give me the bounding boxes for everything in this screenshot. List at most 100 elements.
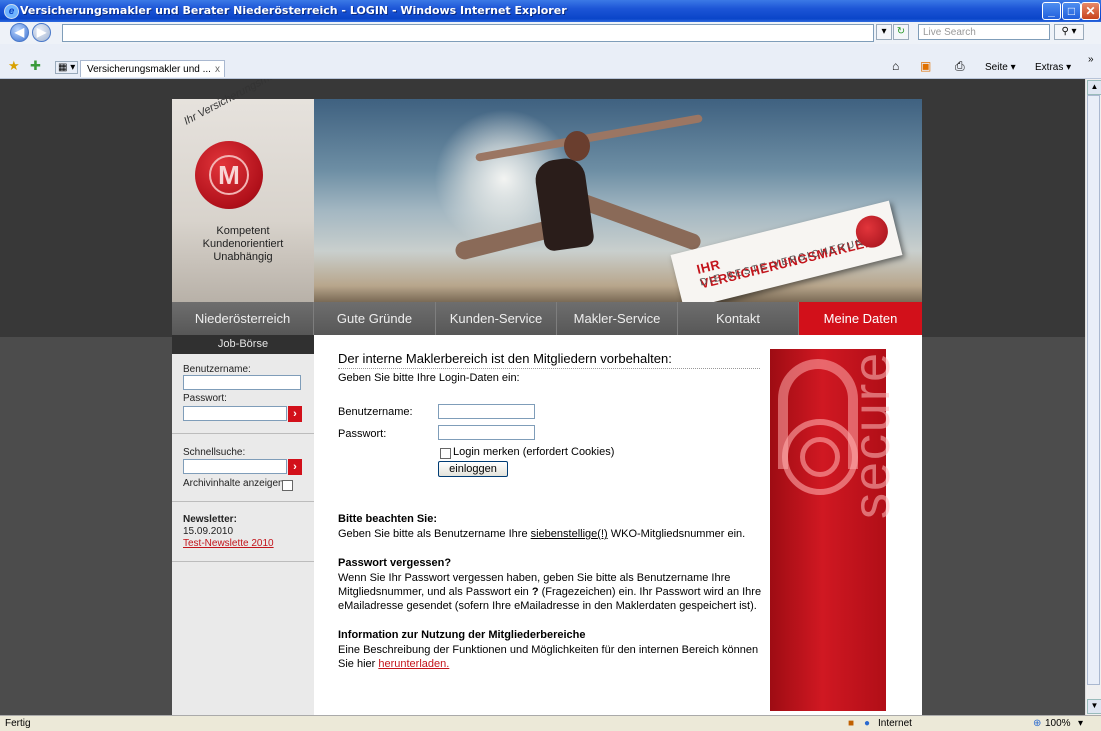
quicksearch-arrow-button[interactable]: › — [288, 459, 302, 475]
close-window-button[interactable]: ✕ — [1081, 2, 1100, 20]
login-intro: Geben Sie bitte Ihre Login-Daten ein: — [338, 372, 520, 384]
secure-text: secure — [843, 350, 901, 519]
nav-kontakt[interactable]: Kontakt — [678, 302, 799, 335]
page-viewport: Ihr Versicherungsmakler M Kompetent Kund… — [0, 79, 1085, 715]
quicksearch-input[interactable] — [183, 459, 287, 474]
password-input[interactable] — [438, 425, 535, 440]
address-dropdown-icon[interactable]: ▾ — [876, 24, 892, 40]
status-text: Fertig — [5, 718, 31, 729]
sidebar-divider — [172, 433, 314, 434]
sidebar-divider — [172, 561, 314, 562]
nav-gute-gruende[interactable]: Gute Gründe — [314, 302, 436, 335]
home-icon[interactable]: ⌂ — [892, 59, 899, 73]
quicksearch-label: Schnellsuche: — [183, 447, 246, 458]
tagline-2: Kundenorientiert — [202, 238, 284, 250]
dancer-head — [564, 131, 590, 161]
nav-makler-service[interactable]: Makler-Service — [557, 302, 678, 335]
wax-seal-logo: M — [195, 141, 263, 209]
sidebar-username-input[interactable] — [183, 375, 301, 390]
maximize-button[interactable]: □ — [1062, 2, 1081, 20]
archive-label: Archivinhalte anzeigen — [183, 478, 284, 489]
sidebar-login-arrow-button[interactable]: › — [288, 406, 302, 422]
print-icon[interactable]: ⎙ — [955, 59, 965, 74]
security-zone: Internet — [878, 718, 912, 729]
zoom-dropdown-icon[interactable]: ▾ — [1078, 716, 1083, 731]
address-toolbar: ◀ ▶ ▾ ↻ Live Search ⚲ ▾ — [0, 22, 1101, 45]
site-container: Ihr Versicherungsmakler M Kompetent Kund… — [172, 79, 922, 715]
username-label: Benutzername: — [338, 406, 413, 418]
back-button[interactable]: ◀ — [10, 23, 29, 42]
remember-login-label: Login merken (erfordert Cookies) — [453, 446, 615, 458]
nav-kunden-service[interactable]: Kunden-Service — [436, 302, 557, 335]
login-content: Der interne Maklerbereich ist den Mitgli… — [338, 335, 768, 715]
tab-toolbar: ★ ✚ ▦ ▾ Versicherungsmakler und ... x ⌂ … — [0, 44, 1101, 79]
protected-mode-icon: ■ — [848, 718, 855, 729]
add-favorites-icon[interactable]: ✚ — [30, 58, 41, 74]
tagline-3: Unabhängig — [213, 251, 273, 263]
forgot-question-mark: ? — [531, 586, 539, 598]
job-boerse-link[interactable]: Job-Börse — [172, 335, 314, 354]
padlock-dial-inner-icon — [800, 437, 840, 477]
status-bar: Fertig ■ ● Internet ⊕ 100% ▾ — [0, 715, 1101, 731]
ie-logo-icon: e — [4, 4, 19, 19]
tagline-1: Kompetent — [216, 225, 270, 237]
seal-text: Ihr Versicherungsmakler — [182, 79, 293, 128]
address-bar-input[interactable] — [62, 24, 874, 42]
note-text-start: Geben Sie bitte als Benutzername Ihre — [338, 528, 531, 540]
archive-checkbox[interactable] — [282, 480, 293, 491]
nav-niederoesterreich[interactable]: Niederösterreich — [172, 302, 314, 335]
newsletter-date: 15.09.2010 — [183, 526, 234, 537]
hero-image: IHR VERSICHERUNGSMAKLER DIE BESTE VERSIC… — [314, 99, 922, 302]
refresh-icon[interactable]: ↻ — [893, 24, 909, 40]
note-text: Geben Sie bitte als Benutzername Ihre si… — [338, 527, 768, 541]
slogan-banner: IHR VERSICHERUNGSMAKLER DIE BESTE VERSIC… — [670, 200, 903, 302]
password-label: Passwort: — [338, 428, 387, 440]
dancer-leg — [575, 192, 703, 252]
sidebar: Job-Börse Benutzername: Passwort: › Schn… — [172, 335, 314, 715]
newsletter-link[interactable]: Test-Newslette 2010 — [183, 538, 274, 549]
more-chevron-icon[interactable]: » — [1088, 54, 1094, 65]
tab-title: Versicherungsmakler und ... — [87, 64, 211, 75]
tab-close-icon[interactable]: x — [215, 61, 220, 78]
scroll-down-arrow-icon[interactable]: ▼ — [1087, 699, 1101, 714]
download-link[interactable]: herunterladen. — [378, 658, 449, 670]
favorites-star-icon[interactable]: ★ — [8, 58, 20, 74]
newsletter-label: Newsletter: — [183, 514, 237, 525]
page-menu[interactable]: Seite ▾ — [985, 62, 1016, 73]
feeds-icon[interactable]: ▣ — [920, 59, 931, 73]
page-heading: Der interne Maklerbereich ist den Mitgli… — [338, 351, 760, 369]
minimize-button[interactable]: _ — [1042, 2, 1061, 20]
live-search-input[interactable]: Live Search — [918, 24, 1050, 40]
sidebar-username-label: Benutzername: — [183, 364, 251, 375]
zoom-icon[interactable]: ⊕ — [1033, 716, 1041, 731]
tab-versicherungsmakler[interactable]: Versicherungsmakler und ... x — [80, 60, 225, 77]
login-button[interactable]: einloggen — [438, 461, 508, 477]
zoom-level[interactable]: 100% — [1045, 716, 1071, 731]
seal-letter: M — [209, 155, 249, 195]
note-heading: Bitte beachten Sie: — [338, 513, 438, 525]
main-navigation: Niederösterreich Gute Gründe Kunden-Serv… — [172, 302, 922, 335]
nav-meine-daten[interactable]: Meine Daten — [799, 302, 922, 335]
sidebar-password-label: Passwort: — [183, 393, 227, 404]
quick-tabs-icon[interactable]: ▦ ▾ — [55, 61, 79, 74]
search-icon[interactable]: ⚲ ▾ — [1054, 24, 1084, 40]
info-text: Eine Beschreibung der Funktionen und Mög… — [338, 643, 768, 671]
window-title-bar: e Versicherungsmakler und Berater Nieder… — [0, 0, 1101, 22]
tools-menu[interactable]: Extras ▾ — [1035, 62, 1071, 73]
username-input[interactable] — [438, 404, 535, 419]
siebenstellige-link[interactable]: siebenstellige(!) — [531, 528, 608, 540]
remember-login-checkbox[interactable] — [440, 448, 451, 459]
window-title: Versicherungsmakler und Berater Niederös… — [20, 4, 567, 17]
sidebar-password-input[interactable] — [183, 406, 287, 421]
sidebar-divider — [172, 501, 314, 502]
vertical-scrollbar[interactable]: ▲ ▼ — [1085, 79, 1101, 715]
forward-button[interactable]: ▶ — [32, 23, 51, 42]
scrollbar-thumb[interactable] — [1087, 95, 1100, 685]
header-logo-area: Ihr Versicherungsmakler M Kompetent Kund… — [172, 79, 314, 302]
info-heading: Information zur Nutzung der Mitgliederbe… — [338, 629, 586, 641]
scroll-up-arrow-icon[interactable]: ▲ — [1087, 80, 1101, 95]
forgot-text: Wenn Sie Ihr Passwort vergessen haben, g… — [338, 571, 768, 613]
secure-lock-graphic: secure — [770, 349, 901, 711]
note-text-end: WKO-Mitgliedsnummer ein. — [607, 528, 746, 540]
forgot-heading: Passwort vergessen? — [338, 557, 452, 569]
